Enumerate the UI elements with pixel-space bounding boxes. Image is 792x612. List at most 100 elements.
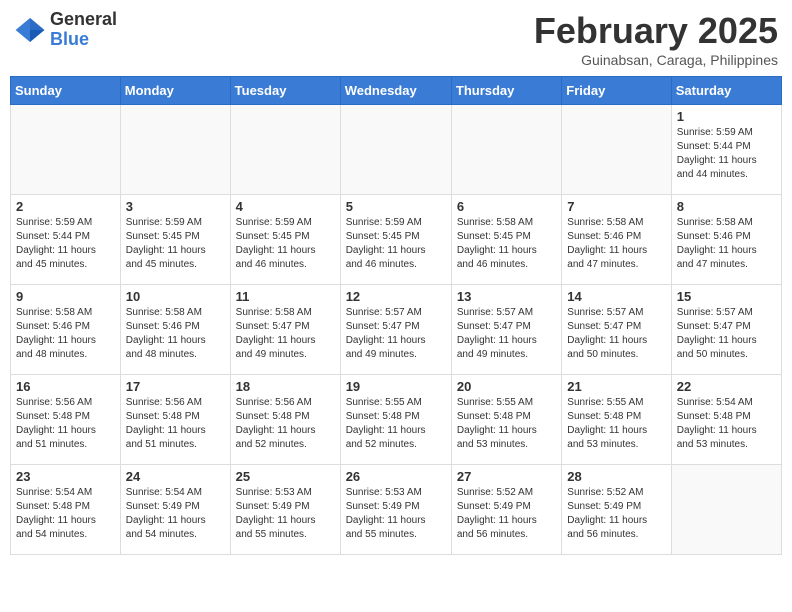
table-row: 26 Sunrise: 5:53 AM Sunset: 5:49 PM Dayli… xyxy=(340,465,451,555)
table-row: 20 Sunrise: 5:55 AM Sunset: 5:48 PM Dayli… xyxy=(451,375,561,465)
calendar-week-4: 16 Sunrise: 5:56 AM Sunset: 5:48 PM Dayli… xyxy=(11,375,782,465)
table-row xyxy=(671,465,781,555)
table-row: 16 Sunrise: 5:56 AM Sunset: 5:48 PM Dayli… xyxy=(11,375,121,465)
table-row: 13 Sunrise: 5:57 AM Sunset: 5:47 PM Dayli… xyxy=(451,285,561,375)
day-info: Sunrise: 5:59 AM Sunset: 5:45 PM Dayligh… xyxy=(126,216,225,272)
table-row: 19 Sunrise: 5:55 AM Sunset: 5:48 PM Dayli… xyxy=(340,375,451,465)
day-info: Sunrise: 5:58 AM Sunset: 5:46 PM Dayligh… xyxy=(677,216,776,272)
table-row xyxy=(562,105,671,195)
calendar-week-3: 9 Sunrise: 5:58 AM Sunset: 5:46 PM Daylig… xyxy=(11,285,782,375)
col-saturday: Saturday xyxy=(671,77,781,105)
day-number: 20 xyxy=(457,379,556,394)
day-number: 3 xyxy=(126,199,225,214)
table-row: 4 Sunrise: 5:59 AM Sunset: 5:45 PM Daylig… xyxy=(230,195,340,285)
table-row: 24Sunrise: 5:54 AM Sunset: 5:49 PM Dayli… xyxy=(120,465,230,555)
col-thursday: Thursday xyxy=(451,77,561,105)
day-number: 17 xyxy=(126,379,225,394)
day-info: Sunrise: 5:55 AM Sunset: 5:48 PM Dayligh… xyxy=(457,396,556,452)
day-info: Sunrise: 5:59 AM Sunset: 5:44 PM Dayligh… xyxy=(677,126,776,182)
day-number: 24 xyxy=(126,469,225,484)
day-info: Sunrise: 5:55 AM Sunset: 5:48 PM Dayligh… xyxy=(567,396,665,452)
location: Guinabsan, Caraga, Philippines xyxy=(534,52,778,68)
day-number: 28 xyxy=(567,469,665,484)
table-row xyxy=(120,105,230,195)
day-number: 1 xyxy=(677,109,776,124)
day-info: Sunrise: 5:52 AM Sunset: 5:49 PM Dayligh… xyxy=(567,486,665,542)
table-row: 27 Sunrise: 5:52 AM Sunset: 5:49 PM Dayli… xyxy=(451,465,561,555)
day-info: Sunrise: 5:56 AM Sunset: 5:48 PM Dayligh… xyxy=(236,396,335,452)
col-friday: Friday xyxy=(562,77,671,105)
table-row: 15 Sunrise: 5:57 AM Sunset: 5:47 PM Dayli… xyxy=(671,285,781,375)
day-number: 23 xyxy=(16,469,115,484)
table-row: 7Sunrise: 5:58 AM Sunset: 5:46 PM Daylig… xyxy=(562,195,671,285)
day-number: 2 xyxy=(16,199,115,214)
table-row: 14 Sunrise: 5:57 AM Sunset: 5:47 PM Dayli… xyxy=(562,285,671,375)
day-info: Sunrise: 5:59 AM Sunset: 5:44 PM Dayligh… xyxy=(16,216,115,272)
table-row: 5 Sunrise: 5:59 AM Sunset: 5:45 PM Daylig… xyxy=(340,195,451,285)
table-row xyxy=(451,105,561,195)
day-number: 9 xyxy=(16,289,115,304)
table-row xyxy=(340,105,451,195)
table-row: 28 Sunrise: 5:52 AM Sunset: 5:49 PM Dayli… xyxy=(562,465,671,555)
day-info: Sunrise: 5:57 AM Sunset: 5:47 PM Dayligh… xyxy=(677,306,776,362)
logo: General Blue xyxy=(14,10,117,50)
table-row: 9 Sunrise: 5:58 AM Sunset: 5:46 PM Daylig… xyxy=(11,285,121,375)
day-number: 21 xyxy=(567,379,665,394)
day-info: Sunrise: 5:55 AM Sunset: 5:48 PM Dayligh… xyxy=(346,396,446,452)
day-number: 18 xyxy=(236,379,335,394)
day-info: Sunrise: 5:52 AM Sunset: 5:49 PM Dayligh… xyxy=(457,486,556,542)
day-number: 14 xyxy=(567,289,665,304)
day-info: Sunrise: 5:54 AM Sunset: 5:48 PM Dayligh… xyxy=(16,486,115,542)
day-info: Sunrise: 5:59 AM Sunset: 5:45 PM Dayligh… xyxy=(346,216,446,272)
table-row: 1 Sunrise: 5:59 AM Sunset: 5:44 PM Daylig… xyxy=(671,105,781,195)
day-number: 19 xyxy=(346,379,446,394)
day-info: Sunrise: 5:53 AM Sunset: 5:49 PM Dayligh… xyxy=(346,486,446,542)
table-row: 11Sunrise: 5:58 AM Sunset: 5:47 PM Dayli… xyxy=(230,285,340,375)
calendar-week-2: 2 Sunrise: 5:59 AM Sunset: 5:44 PM Daylig… xyxy=(11,195,782,285)
day-info: Sunrise: 5:56 AM Sunset: 5:48 PM Dayligh… xyxy=(126,396,225,452)
day-info: Sunrise: 5:53 AM Sunset: 5:49 PM Dayligh… xyxy=(236,486,335,542)
day-number: 16 xyxy=(16,379,115,394)
day-number: 26 xyxy=(346,469,446,484)
day-number: 15 xyxy=(677,289,776,304)
col-monday: Monday xyxy=(120,77,230,105)
table-row: 17 Sunrise: 5:56 AM Sunset: 5:48 PM Dayli… xyxy=(120,375,230,465)
day-number: 22 xyxy=(677,379,776,394)
day-number: 8 xyxy=(677,199,776,214)
calendar-table: Sunday Monday Tuesday Wednesday Thursday… xyxy=(10,76,782,555)
day-number: 4 xyxy=(236,199,335,214)
table-row: 18 Sunrise: 5:56 AM Sunset: 5:48 PM Dayli… xyxy=(230,375,340,465)
calendar-week-5: 23 Sunrise: 5:54 AM Sunset: 5:48 PM Dayli… xyxy=(11,465,782,555)
table-row: 2 Sunrise: 5:59 AM Sunset: 5:44 PM Daylig… xyxy=(11,195,121,285)
table-row xyxy=(11,105,121,195)
day-info: Sunrise: 5:57 AM Sunset: 5:47 PM Dayligh… xyxy=(346,306,446,362)
day-info: Sunrise: 5:58 AM Sunset: 5:46 PM Dayligh… xyxy=(567,216,665,272)
day-number: 5 xyxy=(346,199,446,214)
month-title: February 2025 xyxy=(534,10,778,52)
table-row: 22 Sunrise: 5:54 AM Sunset: 5:48 PM Dayli… xyxy=(671,375,781,465)
day-info: Sunrise: 5:57 AM Sunset: 5:47 PM Dayligh… xyxy=(457,306,556,362)
table-row: 23 Sunrise: 5:54 AM Sunset: 5:48 PM Dayli… xyxy=(11,465,121,555)
day-number: 25 xyxy=(236,469,335,484)
table-row xyxy=(230,105,340,195)
logo-general: General xyxy=(50,10,117,30)
day-info: Sunrise: 5:59 AM Sunset: 5:45 PM Dayligh… xyxy=(236,216,335,272)
day-number: 12 xyxy=(346,289,446,304)
table-row: 8 Sunrise: 5:58 AM Sunset: 5:46 PM Daylig… xyxy=(671,195,781,285)
col-wednesday: Wednesday xyxy=(340,77,451,105)
day-info: Sunrise: 5:56 AM Sunset: 5:48 PM Dayligh… xyxy=(16,396,115,452)
day-number: 13 xyxy=(457,289,556,304)
day-number: 27 xyxy=(457,469,556,484)
day-number: 10 xyxy=(126,289,225,304)
logo-blue: Blue xyxy=(50,30,117,50)
table-row: 12 Sunrise: 5:57 AM Sunset: 5:47 PM Dayli… xyxy=(340,285,451,375)
day-info: Sunrise: 5:54 AM Sunset: 5:48 PM Dayligh… xyxy=(677,396,776,452)
calendar-header-row: Sunday Monday Tuesday Wednesday Thursday… xyxy=(11,77,782,105)
day-info: Sunrise: 5:58 AM Sunset: 5:46 PM Dayligh… xyxy=(16,306,115,362)
day-info: Sunrise: 5:57 AM Sunset: 5:47 PM Dayligh… xyxy=(567,306,665,362)
day-info: Sunrise: 5:58 AM Sunset: 5:45 PM Dayligh… xyxy=(457,216,556,272)
title-section: February 2025 Guinabsan, Caraga, Philipp… xyxy=(534,10,778,68)
day-info: Sunrise: 5:58 AM Sunset: 5:46 PM Dayligh… xyxy=(126,306,225,362)
day-number: 11 xyxy=(236,289,335,304)
col-tuesday: Tuesday xyxy=(230,77,340,105)
